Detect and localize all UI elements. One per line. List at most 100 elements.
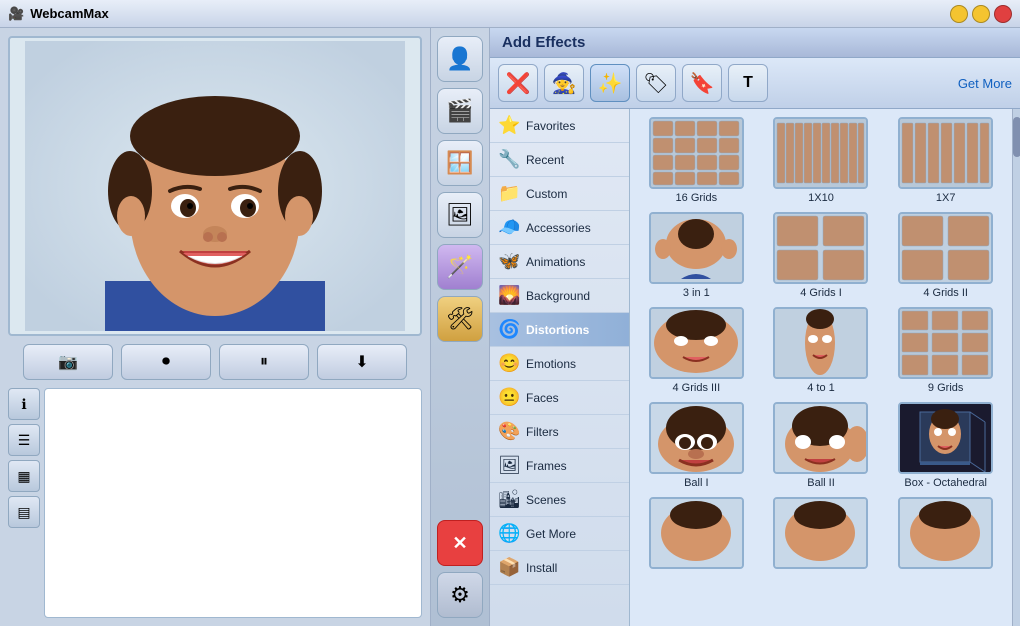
app-title-group: 🎥 WebcamMax — [8, 6, 109, 22]
sparkle-effect-button[interactable]: ✨ — [590, 64, 630, 102]
effect-ballii-thumb — [773, 402, 868, 474]
effect-ballii[interactable]: Ball II — [763, 402, 880, 489]
effect-3in1[interactable]: 3 in 1 — [638, 212, 755, 299]
tool-video[interactable]: 🎬 — [437, 88, 483, 134]
effect-4gridsiii-label: 4 Grids III — [672, 382, 720, 394]
right-scrollbar[interactable] — [1012, 109, 1020, 626]
magic-effect-button[interactable]: 🧙 — [544, 64, 584, 102]
category-list: ⭐ Favorites 🔧 Recent 📁 Custom 🧢 Accessor… — [490, 109, 630, 626]
cat-distortions[interactable]: 🌀 Distortions — [490, 313, 629, 347]
cat-scenes-label: Scenes — [526, 493, 566, 507]
cat-filters[interactable]: 🎨 Filters — [490, 415, 629, 449]
maximize-button[interactable] — [972, 5, 990, 23]
effect-1x10[interactable]: 1X10 — [763, 117, 880, 204]
cat-custom-label: Custom — [526, 187, 567, 201]
effect-16grids[interactable]: 16 Grids — [638, 117, 755, 204]
add2-effect-button[interactable]: 🔖 — [682, 64, 722, 102]
filters-icon: 🎨 — [498, 421, 520, 442]
cat-favorites[interactable]: ⭐ Favorites — [490, 109, 629, 143]
frames-icon: 🖼 — [498, 455, 520, 476]
cat-install[interactable]: 📦 Install — [490, 551, 629, 585]
effect-4gridsiii-thumb — [649, 307, 744, 379]
title-bar-buttons — [950, 5, 1012, 23]
effect-9grids[interactable]: 9 Grids — [887, 307, 1004, 394]
minimize-button[interactable] — [950, 5, 968, 23]
camera-button[interactable]: 📷 — [23, 344, 113, 380]
scrollbar-thumb[interactable] — [1013, 117, 1020, 157]
info-sidebar: ℹ ☰ ▦ ▤ — [8, 388, 40, 618]
cat-animations[interactable]: 🦋 Animations — [490, 245, 629, 279]
getmore-icon: 🌐 — [498, 523, 520, 544]
left-panel: 📷 ⏺ ⏸ ⬇ ℹ ☰ ▦ ▤ — [0, 28, 430, 626]
app-title: WebcamMax — [30, 6, 109, 21]
effect-4to1-label: 4 to 1 — [807, 382, 835, 394]
effect-9grids-thumb — [898, 307, 993, 379]
emotions-icon: 😊 — [498, 353, 520, 374]
effect-4gridsi[interactable]: 4 Grids I — [763, 212, 880, 299]
info-content — [44, 388, 422, 618]
install-icon: 📦 — [498, 557, 520, 578]
effect-1x7-thumb — [898, 117, 993, 189]
cat-accessories[interactable]: 🧢 Accessories — [490, 211, 629, 245]
cat-background[interactable]: 🌄 Background — [490, 279, 629, 313]
close-effect-button[interactable]: ❌ — [498, 64, 538, 102]
effect-balli-label: Ball I — [684, 477, 708, 489]
effect-box[interactable]: Box - Octahedral — [887, 402, 1004, 489]
recent-icon: 🔧 — [498, 149, 520, 170]
layout-button[interactable]: ▤ — [8, 496, 40, 528]
cat-animations-label: Animations — [526, 255, 585, 269]
cat-emotions-label: Emotions — [526, 357, 576, 371]
add-effect-button[interactable]: 🏷 — [636, 64, 676, 102]
effect-more2[interactable] — [763, 497, 880, 572]
effect-more1-thumb — [649, 497, 744, 569]
custom-icon: 📁 — [498, 183, 520, 204]
person-preview — [25, 41, 405, 331]
settings-button[interactable]: ⚙ — [437, 572, 483, 618]
text-effect-button[interactable]: T — [728, 64, 768, 102]
effect-4to1-thumb — [773, 307, 868, 379]
cat-custom[interactable]: 📁 Custom — [490, 177, 629, 211]
app-icon: 🎥 — [8, 6, 24, 22]
stop-button[interactable]: ✕ — [437, 520, 483, 566]
effect-balli[interactable]: Ball I — [638, 402, 755, 489]
cat-background-label: Background — [526, 289, 590, 303]
grid-button[interactable]: ▦ — [8, 460, 40, 492]
list-button[interactable]: ☰ — [8, 424, 40, 456]
cat-faces[interactable]: 😐 Faces — [490, 381, 629, 415]
effect-more3-thumb — [898, 497, 993, 569]
get-more-link[interactable]: Get More — [958, 76, 1012, 91]
close-button[interactable] — [994, 5, 1012, 23]
effect-4gridsiii[interactable]: 4 Grids III — [638, 307, 755, 394]
cat-getmore[interactable]: 🌐 Get More — [490, 517, 629, 551]
background-icon: 🌄 — [498, 285, 520, 306]
cat-emotions[interactable]: 😊 Emotions — [490, 347, 629, 381]
effect-1x7-label: 1X7 — [936, 192, 956, 204]
tool-person[interactable]: 👤 — [437, 36, 483, 82]
effect-3in1-thumb — [649, 212, 744, 284]
cat-recent-label: Recent — [526, 153, 564, 167]
tool-effects[interactable]: 🛠 — [437, 296, 483, 342]
info-button[interactable]: ℹ — [8, 388, 40, 420]
effect-more2-thumb — [773, 497, 868, 569]
effect-more1[interactable] — [638, 497, 755, 572]
tool-window[interactable]: 🪟 — [437, 140, 483, 186]
effect-1x10-thumb — [773, 117, 868, 189]
cat-scenes[interactable]: 🏙 Scenes — [490, 483, 629, 517]
download-button[interactable]: ⬇ — [317, 344, 407, 380]
tool-image[interactable]: 🖼 — [437, 192, 483, 238]
favorites-icon: ⭐ — [498, 115, 520, 136]
pause-button[interactable]: ⏸ — [219, 344, 309, 380]
effect-4gridsii[interactable]: 4 Grids II — [887, 212, 1004, 299]
effects-toolbar: ❌ 🧙 ✨ 🏷 🔖 T Get More — [490, 58, 1020, 109]
cat-filters-label: Filters — [526, 425, 559, 439]
effect-4to1[interactable]: 4 to 1 — [763, 307, 880, 394]
cat-recent[interactable]: 🔧 Recent — [490, 143, 629, 177]
tool-magic[interactable]: 🪄 — [437, 244, 483, 290]
effect-more3[interactable] — [887, 497, 1004, 572]
cat-frames[interactable]: 🖼 Frames — [490, 449, 629, 483]
scenes-icon: 🏙 — [498, 489, 520, 510]
distortions-icon: 🌀 — [498, 319, 520, 340]
record-button[interactable]: ⏺ — [121, 344, 211, 380]
effect-1x7[interactable]: 1X7 — [887, 117, 1004, 204]
cat-frames-label: Frames — [526, 459, 567, 473]
